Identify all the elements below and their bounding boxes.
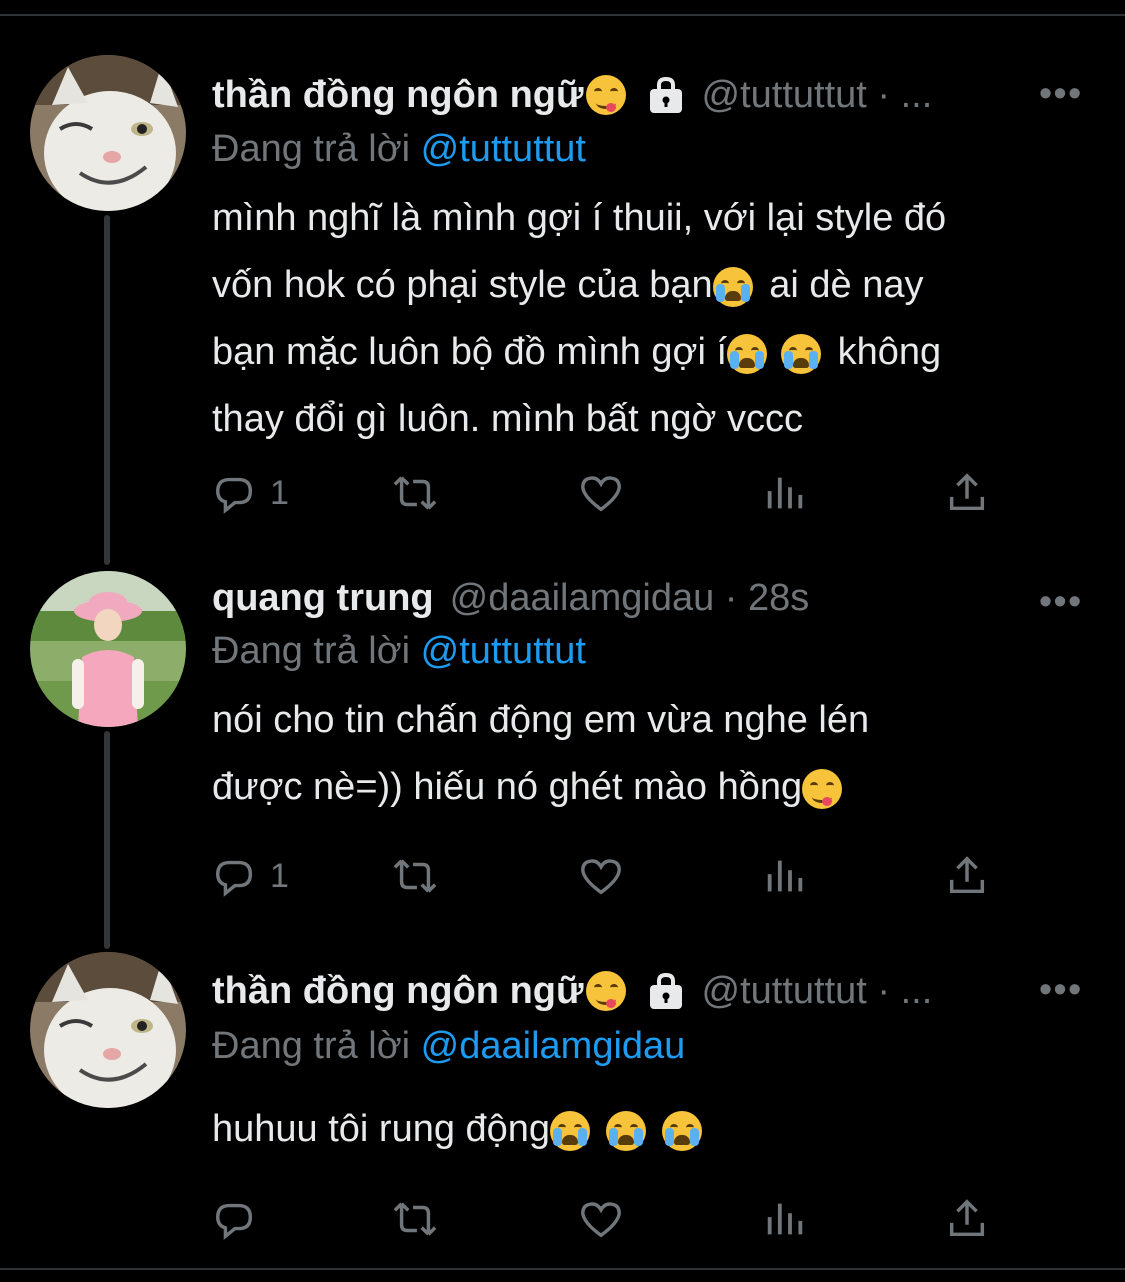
reply-icon [216,860,253,897]
text-segment: ai dè nay [758,264,924,306]
retweet-icon [393,859,437,893]
share-button[interactable] [944,853,990,899]
text-line: huhuu tôi rung động [212,1096,1082,1163]
reply-icon [216,477,253,514]
like-button[interactable] [578,470,624,516]
views-icon [767,1203,803,1235]
reply-prefix: Đang trả lời [212,128,411,170]
reply-button[interactable]: 1 [212,470,289,516]
text-segment: không [827,331,942,373]
reply-context: Đang trả lời @tuttuttut [212,128,586,171]
display-name[interactable]: thần đồng ngôn ngữ [212,970,584,1013]
retweet-icon [393,1202,437,1236]
text-line: được nè=)) hiếu nó ghét mào hồng [212,754,1082,821]
more-icon[interactable]: ••• [1039,580,1083,622]
text-line: bạn mặc luôn bộ đồ mình gợi í không [212,319,1082,386]
like-icon [581,1202,621,1238]
text-segment: huhuu tôi rung động [212,1108,551,1150]
handle[interactable]: @tuttuttut · ... [702,74,933,117]
action-bar: 1 [212,470,1002,520]
like-button[interactable] [578,1196,624,1242]
like-icon [581,476,621,512]
views-button[interactable] [762,853,808,899]
thread-line [104,215,110,565]
thread-line [104,731,110,949]
text-line: vốn hok có phại style của bạn ai dè nay [212,252,1082,319]
display-name[interactable]: thần đồng ngôn ngữ [212,74,584,117]
views-button[interactable] [762,1196,808,1242]
text-line: nói cho tin chấn động em vừa nghe lén [212,699,870,741]
reply-context: Đang trả lời @daailamgidau [212,1025,685,1068]
avatar[interactable] [30,571,186,727]
text-line: thay đổi gì luôn. mình bất ngờ vccc [212,398,804,440]
share-icon [949,1199,985,1237]
share-button[interactable] [944,1196,990,1242]
tweet-header: quang trung @daailamgidau · 28s [212,573,809,623]
more-icon[interactable]: ••• [1039,968,1083,1010]
reply-prefix: Đang trả lời [212,630,411,672]
face-savoring-food-emoji [585,971,626,1011]
reply-count: 1 [270,856,289,895]
views-button[interactable] [762,470,808,516]
handle[interactable]: @daailamgidau · 28s [450,577,810,620]
reply-prefix: Đang trả lời [212,1025,411,1067]
reply-count: 1 [270,473,289,512]
like-button[interactable] [578,853,624,899]
loudly-crying-face-emoji [712,266,753,307]
tweet-header: thần đồng ngôn ngữ @tuttuttut · ... [212,966,932,1016]
text-segment: bạn mặc luôn bộ đồ mình gợi í [212,331,728,373]
reply-mention[interactable]: @tuttuttut [421,128,586,170]
loudly-crying-face-emoji [606,1110,647,1151]
retweet-button[interactable] [392,470,438,516]
retweet-button[interactable] [392,1196,438,1242]
display-name[interactable]: quang trung [212,577,434,620]
text-segment: được nè=)) hiếu nó ghét mào hồng [212,766,803,808]
views-icon [767,860,803,892]
text-segment: vốn hok có phại style của bạn [212,264,713,306]
reply-mention[interactable]: @daailamgidau [421,1025,686,1067]
share-button[interactable] [944,470,990,516]
loudly-crying-face-emoji [662,1110,703,1151]
bottom-divider [0,1268,1125,1270]
more-icon[interactable]: ••• [1039,72,1083,114]
action-bar [212,1196,1002,1246]
tweet-text: mình nghĩ là mình gợi í thuii, với lại s… [212,185,1082,453]
reply-button[interactable] [212,1196,270,1242]
views-icon [767,477,803,509]
loudly-crying-face-emoji [550,1110,591,1151]
reply-context: Đang trả lời @tuttuttut [212,630,586,673]
face-savoring-food-emoji [802,768,843,809]
lock-icon [646,75,686,115]
retweet-icon [393,476,437,510]
loudly-crying-face-emoji [781,333,822,374]
reply-icon [216,1203,253,1240]
handle[interactable]: @tuttuttut · ... [702,970,933,1013]
avatar[interactable] [30,952,186,1108]
like-icon [581,859,621,895]
avatar[interactable] [30,55,186,211]
share-icon [949,473,985,511]
reply-button[interactable]: 1 [212,853,289,899]
retweet-button[interactable] [392,853,438,899]
tweet-header: thần đồng ngôn ngữ @tuttuttut · ... [212,70,932,120]
face-savoring-food-emoji [585,75,626,115]
loudly-crying-face-emoji [727,333,768,374]
reply-mention[interactable]: @tuttuttut [421,630,586,672]
tweet-text: nói cho tin chấn động em vừa nghe lén đư… [212,687,1082,821]
share-icon [949,856,985,894]
top-divider [0,0,1125,16]
tweet-text: huhuu tôi rung động [212,1096,1082,1163]
lock-icon [646,971,686,1011]
action-bar: 1 [212,853,1002,903]
text-line: mình nghĩ là mình gợi í thuii, với lại s… [212,197,947,239]
